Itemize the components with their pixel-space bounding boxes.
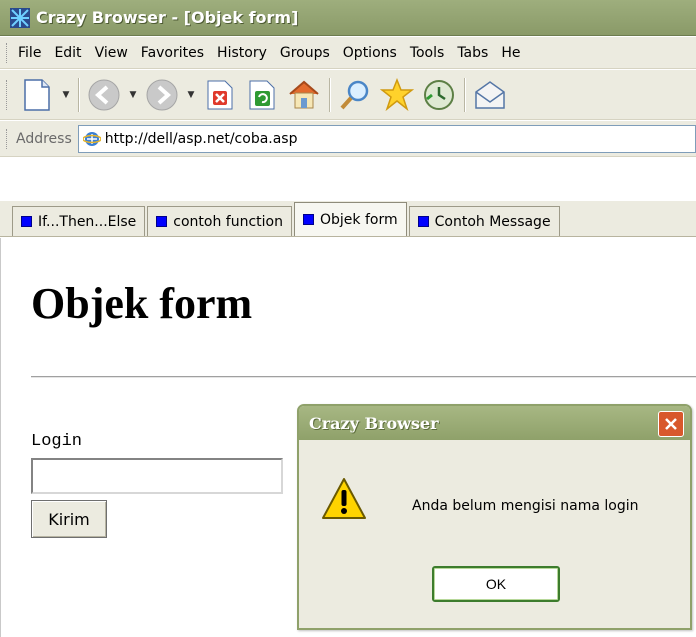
dialog-message: Anda belum mengisi nama login (412, 498, 639, 514)
tab-bar: If...Then...Else contoh function Objek f… (0, 201, 696, 237)
tab-objek-form[interactable]: Objek form (294, 202, 407, 236)
tab-label: Objek form (320, 211, 398, 228)
menu-tools[interactable]: Tools (410, 45, 445, 61)
history-button[interactable] (420, 76, 458, 114)
menu-view[interactable]: View (95, 45, 128, 61)
menu-edit[interactable]: Edit (54, 45, 81, 61)
page-title: Objek form (31, 279, 253, 328)
menu-file[interactable]: File (18, 45, 41, 61)
address-label: Address (16, 130, 72, 147)
kirim-button[interactable]: Kirim (31, 500, 107, 538)
ie-page-icon (82, 131, 101, 146)
horizontal-rule (31, 376, 696, 378)
page-marker-icon (156, 216, 168, 227)
tab-label: Contoh Message (434, 213, 551, 230)
menu-groups[interactable]: Groups (280, 45, 330, 61)
login-input[interactable] (31, 458, 283, 494)
alert-dialog: Crazy Browser Anda belum mengisi nama lo… (297, 404, 692, 630)
dialog-title: Crazy Browser (309, 413, 439, 433)
forward-dropdown[interactable]: ▼ (185, 76, 197, 114)
forward-arrow-icon (146, 79, 178, 110)
menu-options[interactable]: Options (343, 45, 397, 61)
refresh-icon (249, 80, 275, 109)
window-title: Crazy Browser - [Objek form] (36, 8, 299, 27)
address-input[interactable]: http://dell/asp.net/coba.asp (77, 124, 696, 153)
tab-contoh-message[interactable]: Contoh Message (408, 206, 560, 236)
history-icon (424, 79, 454, 110)
toolbar-separator (329, 77, 330, 112)
address-url: http://dell/asp.net/coba.asp (104, 130, 298, 147)
back-arrow-icon (88, 79, 120, 110)
back-dropdown[interactable]: ▼ (127, 76, 139, 114)
toolbar-grip[interactable] (6, 80, 9, 110)
window-title-bar: Crazy Browser - [Objek form] (0, 0, 696, 36)
stop-icon (207, 80, 233, 109)
home-button[interactable] (285, 76, 323, 114)
ok-button[interactable]: OK (432, 566, 560, 602)
address-bar: Address http://dell/asp.net/coba.asp (0, 121, 696, 157)
page-marker-icon (417, 216, 429, 227)
new-page-dropdown[interactable]: ▼ (60, 76, 72, 114)
toolbar-separator (78, 77, 79, 112)
page-marker-icon (303, 214, 314, 225)
menu-history[interactable]: History (217, 45, 267, 61)
new-page-button[interactable] (18, 76, 56, 114)
crazy-browser-icon (10, 7, 30, 28)
page-marker-icon (21, 216, 32, 227)
main-toolbar: ▼ ▼ ▼ (0, 70, 696, 120)
mail-icon (475, 80, 505, 109)
menu-tabs[interactable]: Tabs (457, 45, 488, 61)
menu-help[interactable]: He (501, 45, 520, 61)
search-button[interactable] (336, 76, 374, 114)
refresh-button[interactable] (243, 76, 281, 114)
star-icon (380, 77, 414, 111)
tab-label: contoh function (173, 213, 283, 230)
tab-label: If...Then...Else (38, 213, 137, 230)
home-icon (289, 80, 319, 108)
tab-contoh-function[interactable]: contoh function (147, 206, 292, 236)
login-label: Login (31, 432, 83, 451)
close-icon (665, 418, 677, 430)
menu-bar: File Edit View Favorites History Groups … (0, 37, 696, 69)
forward-button[interactable] (143, 76, 181, 114)
dialog-title-bar[interactable]: Crazy Browser (299, 406, 690, 440)
search-icon (340, 80, 369, 109)
toolbar-grip[interactable] (6, 43, 9, 63)
warning-icon (322, 478, 366, 519)
dialog-close-button[interactable] (658, 411, 684, 437)
toolbar-separator (464, 77, 465, 112)
mail-button[interactable] (471, 76, 509, 114)
tab-if-then-else[interactable]: If...Then...Else (12, 206, 146, 236)
menu-favorites[interactable]: Favorites (141, 45, 204, 61)
back-button[interactable] (85, 76, 123, 114)
stop-button[interactable] (201, 76, 239, 114)
favorites-button[interactable] (378, 76, 416, 114)
toolbar-grip[interactable] (6, 129, 9, 149)
new-page-icon (24, 78, 50, 111)
